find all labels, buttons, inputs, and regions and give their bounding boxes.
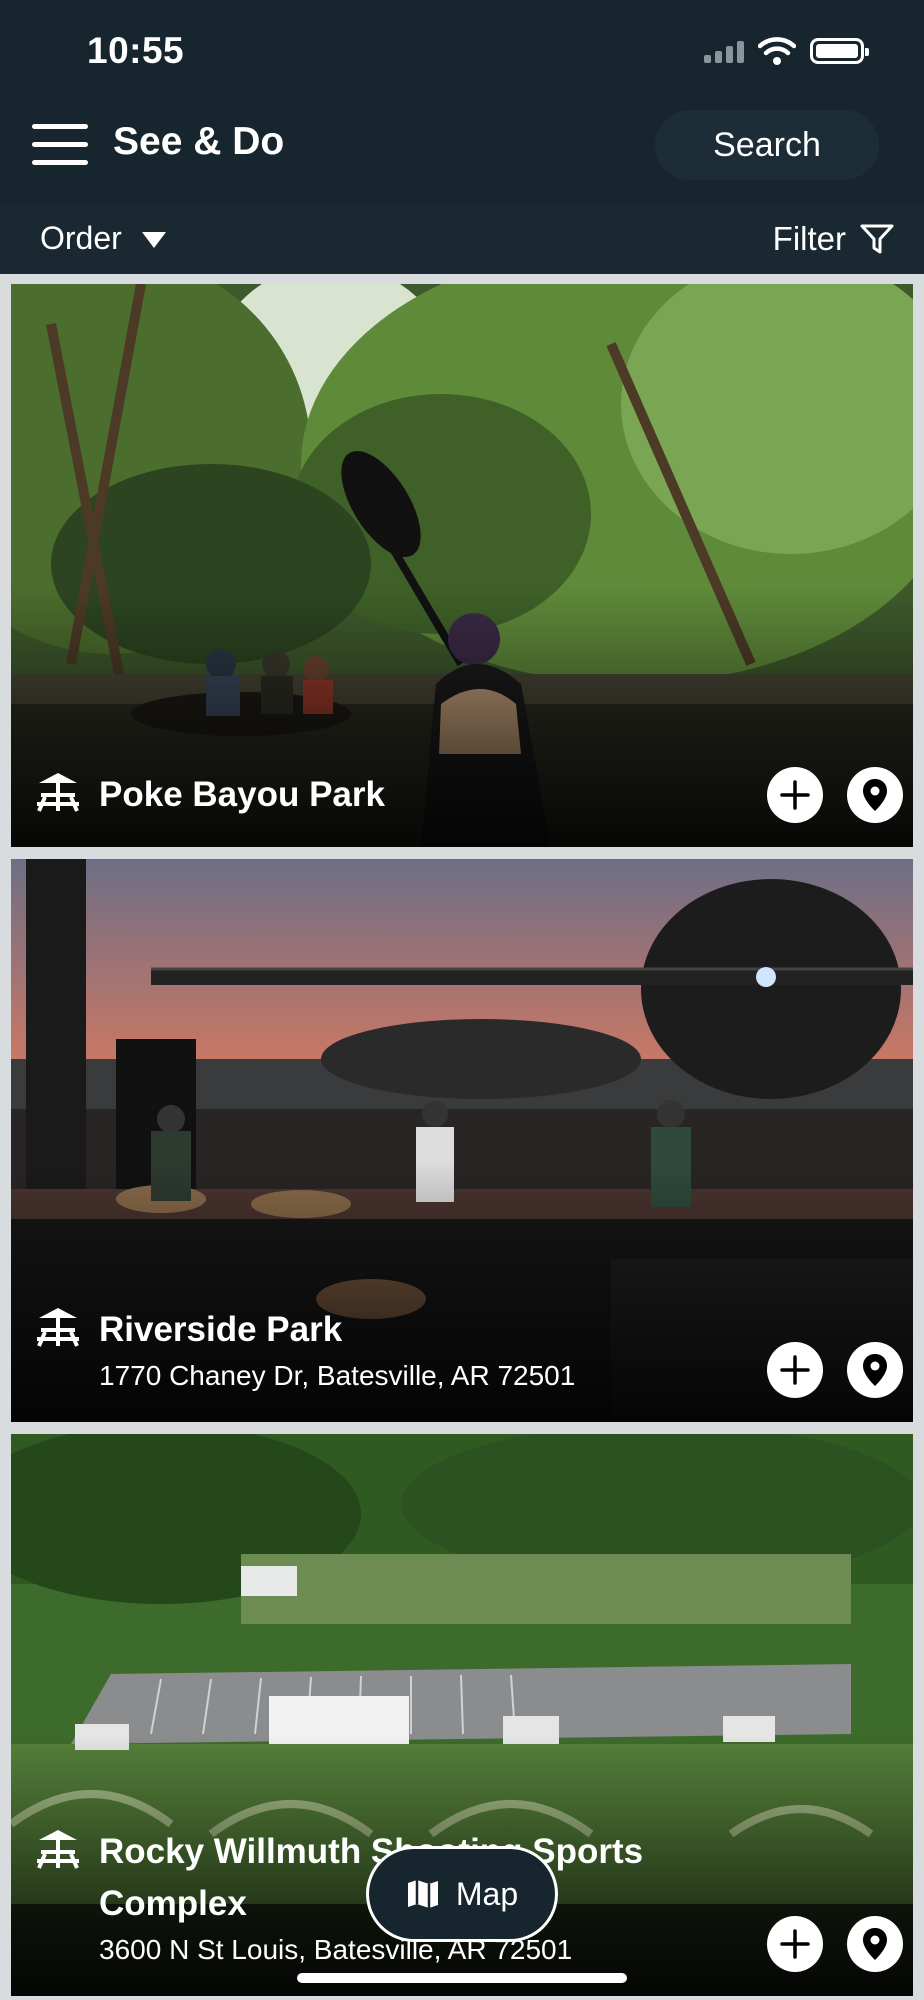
map-button[interactable]: Map xyxy=(366,1846,558,1942)
listing-card-riverside[interactable]: Riverside Park 1770 Chaney Dr, Batesvill… xyxy=(11,859,913,1422)
plus-icon xyxy=(780,1355,810,1385)
card-info: Riverside Park 1770 Chaney Dr, Batesvill… xyxy=(35,1304,659,1396)
filter-button[interactable]: Filter xyxy=(773,220,894,258)
plus-icon xyxy=(780,780,810,810)
wifi-icon xyxy=(758,37,796,65)
home-indicator[interactable] xyxy=(297,1973,627,1983)
add-button[interactable] xyxy=(767,1342,823,1398)
triangle-down-icon xyxy=(141,231,166,248)
sort-filter-bar: Order Filter xyxy=(0,206,924,274)
add-button[interactable] xyxy=(767,1916,823,1972)
page-title: See & Do xyxy=(113,120,285,163)
add-button[interactable] xyxy=(767,767,823,823)
status-time: 10:55 xyxy=(87,30,185,71)
status-bar: 10:55 xyxy=(0,0,924,100)
card-address: 1770 Chaney Dr, Batesville, AR 72501 xyxy=(99,1360,576,1391)
card-title: Riverside Park xyxy=(99,1310,343,1349)
plus-icon xyxy=(780,1929,810,1959)
status-icons xyxy=(704,36,869,66)
card-address: 3600 N St Louis, Batesville, AR 72501 xyxy=(99,1934,573,1965)
battery-icon xyxy=(810,38,869,64)
card-info: Rocky Willmuth Shooting Sports Complex 3… xyxy=(35,1826,659,1970)
nav-bar: See & Do Search xyxy=(0,100,924,206)
card-title: Poke Bayou Park xyxy=(99,775,385,814)
card-info: Poke Bayou Park xyxy=(35,769,659,821)
map-button-label: Map xyxy=(455,1875,519,1912)
funnel-icon xyxy=(860,224,894,254)
filter-label: Filter xyxy=(772,220,846,257)
order-dropdown[interactable]: Order xyxy=(40,220,166,257)
folded-map-icon xyxy=(407,1880,438,1908)
search-button[interactable]: Search xyxy=(655,110,879,180)
map-pin-icon xyxy=(863,779,887,811)
park-picnic-icon xyxy=(37,1830,79,1869)
listing-card-poke-bayou[interactable]: Poke Bayou Park xyxy=(11,284,913,847)
map-pin-icon xyxy=(863,1354,887,1386)
location-button[interactable] xyxy=(847,1916,903,1972)
cellular-signal-icon xyxy=(704,39,744,63)
map-pin-icon xyxy=(863,1928,887,1960)
park-picnic-icon xyxy=(37,773,79,812)
park-picnic-icon xyxy=(37,1308,79,1347)
location-button[interactable] xyxy=(847,1342,903,1398)
menu-button[interactable] xyxy=(32,122,88,166)
location-button[interactable] xyxy=(847,767,903,823)
order-label: Order xyxy=(40,220,122,256)
